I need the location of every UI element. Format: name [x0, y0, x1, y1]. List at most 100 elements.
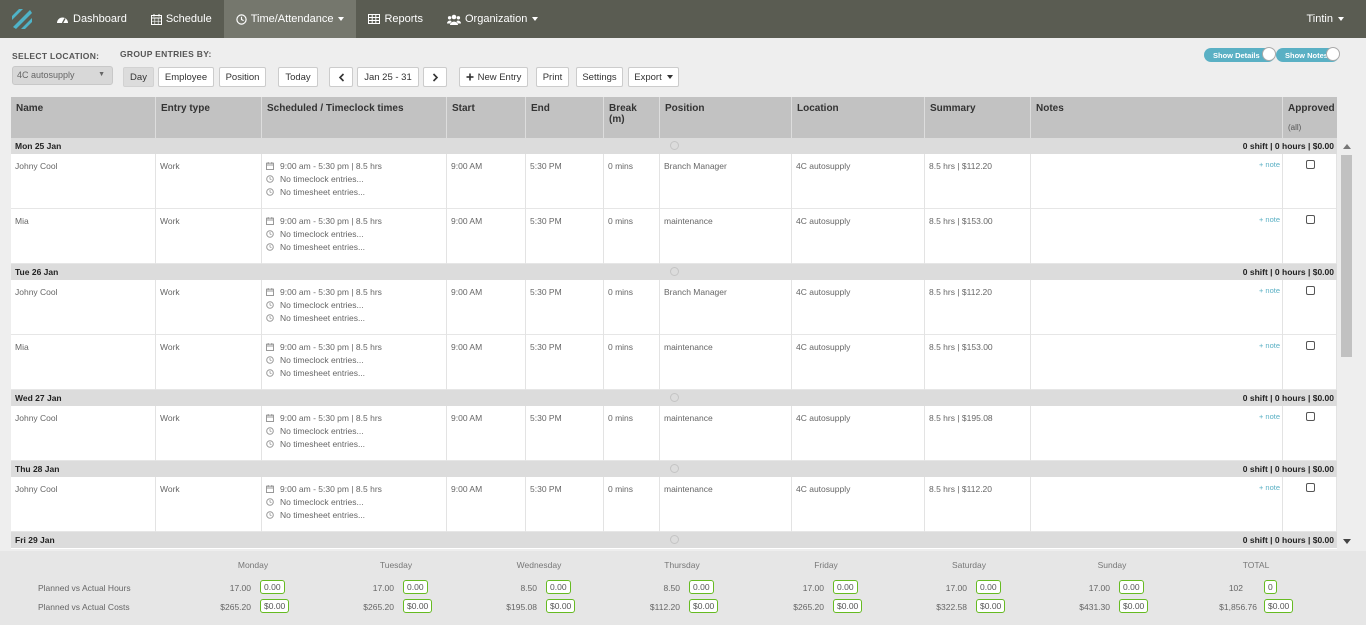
calendar-icon — [266, 162, 276, 170]
add-note-link[interactable]: + note — [1259, 483, 1280, 492]
cell-start: 9:00 AM — [447, 280, 526, 335]
add-note-link[interactable]: + note — [1259, 215, 1280, 224]
start-time: 9:00 AM — [451, 287, 483, 297]
planned-cost-value: $1,856.76 — [1219, 602, 1257, 612]
col-break[interactable]: Break (m) — [604, 97, 660, 138]
date-range-button[interactable]: Jan 25 - 31 — [357, 67, 419, 87]
group-entries-label: GROUP ENTRIES BY: — [120, 49, 212, 59]
entry-type: Work — [160, 342, 180, 352]
add-note-link[interactable]: + note — [1259, 341, 1280, 350]
entry-type: Work — [160, 287, 180, 297]
cell-summary: 8.5 hrs | $112.20 — [925, 477, 1031, 532]
cell-entry-type: Work — [156, 154, 262, 209]
table-row[interactable]: Johny Cool Work 9:00 am - 5:30 pm | 8.5 hr… — [11, 477, 1337, 532]
col-end[interactable]: End — [526, 97, 604, 138]
planned-hours-value: 17.00 — [372, 583, 394, 593]
table-row[interactable]: Johny Cool Work 9:00 am - 5:30 pm | 8.5 hr… — [11, 154, 1337, 209]
cell-location: 4C autosupply — [792, 406, 925, 461]
planned-hours-value: 102 — [1228, 583, 1243, 593]
cell-end: 5:30 PM — [526, 280, 604, 335]
clock-icon — [266, 301, 276, 309]
nav-organization[interactable]: Organization — [435, 0, 550, 38]
table-row[interactable]: Mia Work 9:00 am - 5:30 pm | 8.5 hrs No tim… — [11, 335, 1337, 390]
table-row[interactable]: Johny Cool Work 9:00 am - 5:30 pm | 8.5 hr… — [11, 406, 1337, 461]
add-note-link[interactable]: + note — [1259, 286, 1280, 295]
nav-schedule[interactable]: Schedule — [139, 0, 224, 38]
col-entry-type[interactable]: Entry type — [156, 97, 262, 138]
cell-location: 4C autosupply — [792, 280, 925, 335]
col-start[interactable]: Start — [447, 97, 526, 138]
approve-checkbox[interactable] — [1306, 412, 1315, 421]
add-note-link[interactable]: + note — [1259, 412, 1280, 421]
chevron-left-icon — [338, 72, 344, 82]
approve-all-link[interactable]: (all) — [1288, 123, 1332, 132]
table-scrollbar[interactable] — [1339, 140, 1354, 549]
show-details-toggle[interactable]: Show Details — [1204, 47, 1276, 62]
col-position[interactable]: Position — [660, 97, 792, 138]
scheduled-time: 9:00 am - 5:30 pm | 8.5 hrs — [280, 161, 382, 171]
show-notes-toggle[interactable]: Show Notes — [1276, 47, 1340, 62]
position-value: maintenance — [664, 484, 713, 494]
day-summary: 0 shift | 0 hours | $0.00 — [1242, 267, 1334, 277]
col-approved[interactable]: Approved (all) — [1283, 97, 1337, 138]
actual-cost-box: $0.00 — [976, 599, 1006, 613]
approve-checkbox[interactable] — [1306, 215, 1315, 224]
nav-time-attendance[interactable]: Time/Attendance — [223, 0, 357, 38]
table-row[interactable]: Mia Work 9:00 am - 5:30 pm | 8.5 hrs No tim… — [11, 209, 1337, 264]
settings-button[interactable]: Settings — [576, 67, 623, 87]
table-row[interactable]: Johny Cool Work 9:00 am - 5:30 pm | 8.5 hr… — [11, 280, 1337, 335]
location-select[interactable]: 4C autosupply ▼ — [12, 66, 113, 85]
col-name[interactable]: Name — [11, 97, 156, 138]
dropdown-arrow-icon: ▼ — [98, 71, 105, 78]
user-menu[interactable]: Tintin — [1307, 0, 1344, 38]
nav-dashboard[interactable]: Dashboard — [44, 0, 139, 38]
break-minutes: 0 mins — [608, 216, 634, 226]
cell-name: Mia — [11, 335, 156, 390]
group-position-button[interactable]: Position — [219, 67, 266, 87]
toggle-knob — [1262, 47, 1276, 61]
add-circle-icon[interactable] — [670, 141, 679, 150]
next-week-button[interactable] — [423, 67, 447, 87]
end-time: 5:30 PM — [530, 342, 562, 352]
employee-name: Mia — [15, 216, 29, 226]
add-circle-icon[interactable] — [670, 393, 679, 402]
group-day-button[interactable]: Day — [123, 67, 154, 87]
toggle-knob — [1326, 47, 1340, 61]
col-summary[interactable]: Summary — [925, 97, 1031, 138]
scheduled-time: 9:00 am - 5:30 pm | 8.5 hrs — [280, 342, 382, 352]
col-location[interactable]: Location — [792, 97, 925, 138]
employee-name: Johny Cool — [15, 161, 58, 171]
export-button[interactable]: Export — [628, 67, 679, 87]
approve-checkbox[interactable] — [1306, 483, 1315, 492]
prev-week-button[interactable] — [329, 67, 353, 87]
new-entry-button[interactable]: New Entry — [459, 67, 528, 87]
cell-break: 0 mins — [604, 209, 660, 264]
scroll-down-arrow[interactable] — [1343, 539, 1351, 544]
actual-cost-box: $0.00 — [260, 599, 290, 613]
group-employee-button[interactable]: Employee — [158, 67, 214, 87]
scheduled-time: 9:00 am - 5:30 pm | 8.5 hrs — [280, 413, 382, 423]
scrollbar-thumb[interactable] — [1341, 155, 1352, 357]
clock-icon — [236, 13, 247, 25]
add-circle-icon[interactable] — [670, 464, 679, 473]
add-note-link[interactable]: + note — [1259, 160, 1280, 169]
cell-location: 4C autosupply — [792, 154, 925, 209]
cell-scheduled: 9:00 am - 5:30 pm | 8.5 hrs No timeclock … — [262, 209, 447, 264]
top-navbar: Dashboard Schedule Time/Attendance Repor… — [0, 0, 1366, 38]
add-circle-icon[interactable] — [670, 267, 679, 276]
add-circle-icon[interactable] — [670, 535, 679, 544]
print-button[interactable]: Print — [536, 67, 569, 87]
approve-checkbox[interactable] — [1306, 286, 1315, 295]
approve-checkbox[interactable] — [1306, 341, 1315, 350]
today-button[interactable]: Today — [278, 67, 318, 87]
col-notes[interactable]: Notes — [1031, 97, 1283, 138]
location-value: 4C autosupply — [796, 484, 851, 494]
clock-icon — [266, 175, 276, 183]
cell-notes — [1031, 154, 1283, 209]
app-logo[interactable] — [0, 0, 44, 38]
entry-type: Work — [160, 413, 180, 423]
scroll-up-arrow[interactable] — [1343, 144, 1351, 149]
nav-reports[interactable]: Reports — [356, 0, 435, 38]
col-scheduled[interactable]: Scheduled / Timeclock times — [262, 97, 447, 138]
approve-checkbox[interactable] — [1306, 160, 1315, 169]
